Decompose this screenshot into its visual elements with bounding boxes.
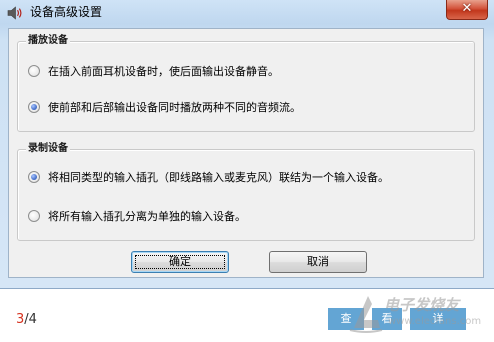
radio-button-selected[interactable]	[28, 171, 40, 183]
close-icon: ✕	[461, 1, 473, 16]
radio-label[interactable]: 将相同类型的输入插孔（即线路输入或麦克风）联结为一个输入设备。	[48, 170, 389, 185]
radio-button[interactable]	[28, 65, 40, 77]
recording-device-group: 录制设备 将相同类型的输入插孔（即线路输入或麦克风）联结为一个输入设备。 将所有…	[17, 142, 475, 241]
cancel-button[interactable]: 取消	[269, 251, 367, 273]
ok-button[interactable]: 确定	[131, 251, 229, 273]
playback-group-label: 播放设备	[26, 34, 70, 48]
close-button[interactable]: ✕	[446, 0, 488, 20]
watermark: 电子发烧友 www.elecfans.com	[344, 290, 490, 336]
title-bar[interactable]: 设备高级设置 ✕	[0, 0, 494, 26]
radio-label[interactable]: 使前部和后部输出设备同时播放两种不同的音频流。	[48, 100, 301, 115]
watermark-logo-icon	[349, 296, 383, 333]
radio-label[interactable]: 将所有输入插孔分离为单独的输入设备。	[48, 209, 246, 224]
cancel-button-label: 取消	[307, 255, 329, 268]
page-indicator: 3/4	[16, 312, 37, 328]
radio-button-selected[interactable]	[28, 101, 40, 113]
watermark-text: 电子发烧友	[384, 296, 460, 314]
total-pages: 4	[28, 312, 37, 327]
playback-device-group: 播放设备 在插入前面耳机设备时，使后面输出设备静音。 使前部和后部输出设备同时播…	[17, 34, 475, 132]
window-title: 设备高级设置	[30, 5, 103, 19]
radio-button[interactable]	[28, 210, 40, 222]
recording-group-label: 录制设备	[26, 142, 70, 156]
ok-button-label: 确定	[169, 255, 191, 268]
advanced-device-settings-dialog: 设备高级设置 ✕ 播放设备 在插入前面耳机设备时，使后面输出设备静音。 使前部和…	[0, 0, 494, 289]
watermark-url: www.elecfans.com	[388, 316, 482, 327]
speaker-icon	[7, 6, 22, 20]
radio-label[interactable]: 在插入前面耳机设备时，使后面输出设备静音。	[48, 64, 279, 79]
dialog-body: 播放设备 在插入前面耳机设备时，使后面输出设备静音。 使前部和后部输出设备同时播…	[8, 28, 484, 278]
